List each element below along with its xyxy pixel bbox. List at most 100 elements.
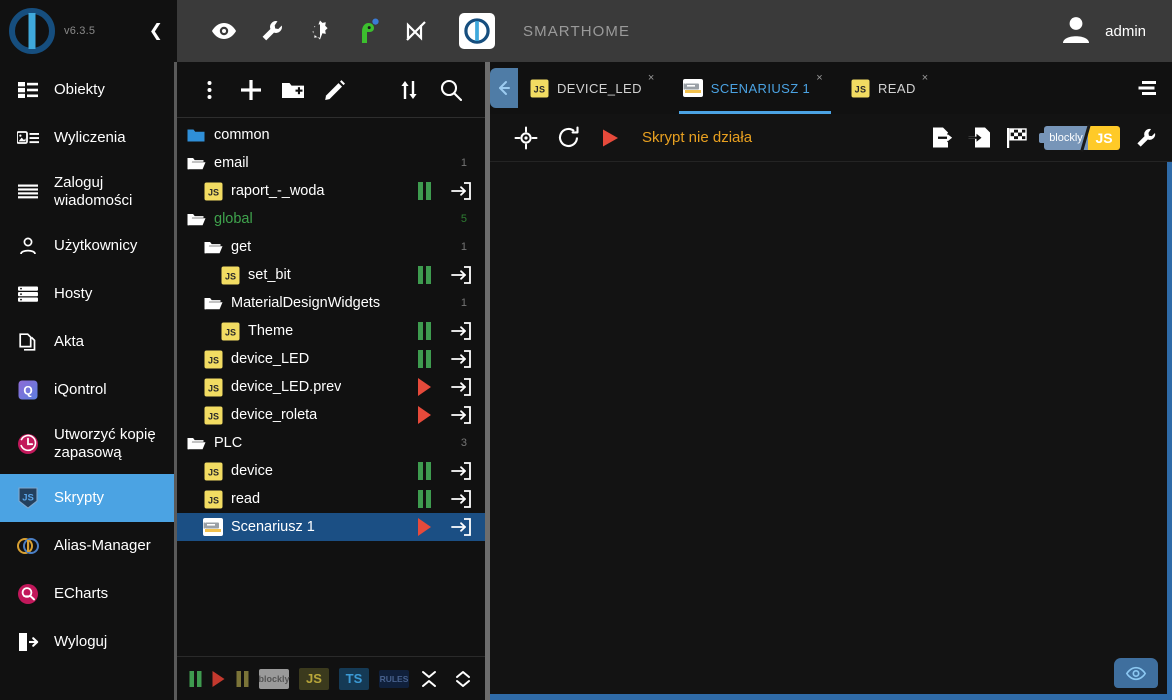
script-pause-icon[interactable]: [414, 461, 434, 481]
sidebar-item-wyloguj[interactable]: Wyloguj: [0, 618, 177, 666]
run-play-icon[interactable]: [598, 126, 622, 150]
sidebar-item-uzytkownicy[interactable]: Użytkownicy: [0, 222, 177, 270]
filter-stopped-play[interactable]: [212, 669, 225, 689]
filter-rules[interactable]: RULES: [378, 669, 409, 688]
script-open-icon[interactable]: [451, 321, 471, 341]
filter-blockly[interactable]: blockly: [258, 668, 290, 689]
toggle-preview-eye-icon[interactable]: [1114, 658, 1158, 688]
sidebar-item-iqontrol[interactable]: Q iQontrol: [0, 366, 177, 414]
script-pause-icon[interactable]: [414, 349, 434, 369]
wrench-settings-icon[interactable]: [1134, 126, 1158, 150]
wrench-icon[interactable]: [259, 18, 285, 44]
filter-running-pause[interactable]: [189, 669, 202, 689]
tree-folder-row[interactable]: PLC 3: [177, 429, 487, 457]
svg-text:JS: JS: [534, 84, 546, 94]
script-open-icon[interactable]: [451, 489, 471, 509]
sidebar-item-alias-manager[interactable]: Alias-Manager: [0, 522, 177, 570]
add-icon[interactable]: [233, 72, 269, 108]
filter-typescript[interactable]: TS: [338, 667, 369, 690]
script-tree[interactable]: common email 1 JS raport_-_woda global 5 get 1 JS…: [177, 118, 487, 656]
filter-javascript[interactable]: JS: [298, 667, 329, 690]
script-play-icon[interactable]: [414, 377, 434, 397]
main-area: SMARTHOME admin common email 1 JS raport…: [177, 0, 1172, 700]
sidebar-nav: Obiekty Wyliczenia Zaloguj wiadomości Uż…: [0, 62, 177, 700]
more-vert-icon[interactable]: [191, 72, 227, 108]
expand-collapse-icon[interactable]: [391, 72, 427, 108]
script-open-icon[interactable]: [451, 461, 471, 481]
language-toggle[interactable]: blockly JS: [1039, 123, 1120, 152]
sidebar-item-wyliczenia[interactable]: Wyliczenia: [0, 114, 177, 162]
export-file-icon[interactable]: [930, 126, 954, 150]
reload-icon[interactable]: [556, 126, 580, 150]
debug-flag-icon[interactable]: [1006, 126, 1030, 150]
tree-folder-row[interactable]: email 1: [177, 149, 487, 177]
collapse-all-icon[interactable]: [419, 669, 439, 689]
script-pause-icon[interactable]: [414, 265, 434, 285]
expert-mode-icon[interactable]: [355, 18, 381, 44]
sidebar-item-hosty[interactable]: Hosty: [0, 270, 177, 318]
tree-script-row[interactable]: JS device_LED: [177, 345, 487, 373]
import-file-icon[interactable]: [968, 126, 992, 150]
iqontrol-icon: Q: [16, 378, 40, 402]
script-open-icon[interactable]: [451, 265, 471, 285]
script-pause-icon[interactable]: [414, 181, 434, 201]
filter-paused-olive[interactable]: [236, 669, 249, 689]
user-menu[interactable]: admin: [1059, 12, 1158, 51]
edit-pencil-icon[interactable]: [317, 72, 353, 108]
editor-tab[interactable]: JS READ ×: [839, 62, 945, 114]
tab-list-icon[interactable]: [1126, 62, 1172, 114]
sidebar-item-akta[interactable]: Akta: [0, 318, 177, 366]
sidebar-item-zaloguj-wiadomosci[interactable]: Zaloguj wiadomości: [0, 162, 177, 222]
js-script-icon: JS: [202, 376, 224, 398]
editor-tab[interactable]: SCENARIUSZ 1 ×: [671, 62, 839, 114]
sidebar-item-utworzyc-kopie-zapasowa[interactable]: Utworzyć kopię zapasową: [0, 414, 177, 474]
locate-script-icon[interactable]: [514, 126, 538, 150]
script-pause-icon[interactable]: [414, 489, 434, 509]
script-pause-icon[interactable]: [414, 321, 434, 341]
script-open-icon[interactable]: [451, 349, 471, 369]
script-open-icon[interactable]: [451, 181, 471, 201]
sidebar-collapse-button[interactable]: ❮: [149, 22, 163, 40]
script-play-icon[interactable]: [414, 517, 434, 537]
tree-folder-count: 5: [460, 213, 467, 225]
tree-script-row[interactable]: JS device_LED.prev: [177, 373, 487, 401]
tree-script-row[interactable]: JS read: [177, 485, 487, 513]
svg-text:JS: JS: [22, 493, 34, 504]
tree-folder-row[interactable]: MaterialDesignWidgets 1: [177, 289, 487, 317]
new-folder-icon[interactable]: [275, 72, 311, 108]
editor-tabs: JS DEVICE_LED × SCENARIUSZ 1 × JS READ ×: [518, 62, 945, 114]
brightness-icon[interactable]: [307, 18, 333, 44]
tree-folder-row[interactable]: get 1: [177, 233, 487, 261]
panel-resize-handle[interactable]: [485, 62, 490, 700]
tree-script-row[interactable]: JS device: [177, 457, 487, 485]
tree-script-row[interactable]: Scenariusz 1: [177, 513, 487, 541]
close-icon[interactable]: ×: [816, 72, 823, 84]
blockly-editor-canvas[interactable]: [488, 162, 1172, 700]
script-open-icon[interactable]: [451, 405, 471, 425]
script-play-icon[interactable]: [414, 405, 434, 425]
sidebar-item-obiekty[interactable]: Obiekty: [0, 66, 177, 114]
no-connection-icon[interactable]: [403, 18, 429, 44]
tree-script-row[interactable]: JS Theme: [177, 317, 487, 345]
sidebar-item-echarts[interactable]: ECharts: [0, 570, 177, 618]
tree-script-row[interactable]: JS set_bit: [177, 261, 487, 289]
blockly-script-icon: [202, 516, 224, 538]
tree-row-actions: [414, 489, 481, 509]
script-open-icon[interactable]: [451, 377, 471, 397]
tree-folder-row[interactable]: global 5: [177, 205, 487, 233]
script-open-icon[interactable]: [451, 517, 471, 537]
tree-folder-row[interactable]: common: [177, 121, 487, 149]
eye-icon[interactable]: [211, 18, 237, 44]
tree-script-row[interactable]: JS raport_-_woda: [177, 177, 487, 205]
editor-tab[interactable]: JS DEVICE_LED ×: [518, 62, 671, 114]
close-icon[interactable]: ×: [648, 72, 655, 84]
sidebar-item-skrypty[interactable]: JS Skrypty: [0, 474, 177, 522]
close-icon[interactable]: ×: [922, 72, 929, 84]
expand-all-icon[interactable]: [453, 669, 473, 689]
list-objects-icon: [16, 78, 40, 102]
search-icon[interactable]: [433, 72, 469, 108]
tree-row-label: read: [231, 491, 261, 507]
tree-script-row[interactable]: JS device_roleta: [177, 401, 487, 429]
tabs-scroll-back-button[interactable]: [490, 68, 518, 108]
language-toggle-js-label: JS: [1088, 125, 1120, 150]
